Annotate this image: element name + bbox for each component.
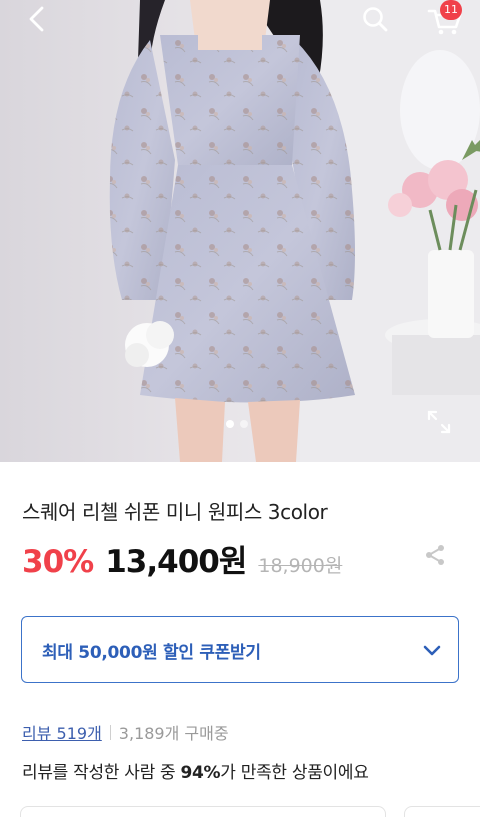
info-card[interactable] [20,806,386,817]
sale-price: 13,400원 [105,544,247,580]
carousel-dot-1[interactable] [226,420,234,428]
price-row: 30% 13,400원 18,900원 [22,536,343,580]
satisfaction-percent: 94% [180,763,221,783]
satisfaction-text: 리뷰를 작성한 사람 중 94%가 만족한 상품이에요 [22,758,369,783]
coupon-label: 최대 50,000원 할인 쿠폰받기 [42,643,261,663]
search-icon [363,7,388,32]
share-icon [426,545,444,565]
cart-count-badge: 11 [440,0,462,20]
share-button[interactable] [423,543,447,567]
fullscreen-button[interactable] [425,408,453,436]
chevron-down-icon [423,645,441,656]
chevron-left-icon [29,6,44,32]
discount-rate: 30% [22,544,94,580]
divider [109,724,111,740]
review-summary: 리뷰 519개 3,189개 구매중 [22,720,229,744]
expand-icon [427,410,451,434]
product-photo [109,0,480,462]
back-button[interactable] [22,4,52,34]
coupon-button[interactable]: 최대 50,000원 할인 쿠폰받기 [21,616,459,683]
info-card[interactable] [404,806,480,817]
satisfaction-suffix: 가 만족한 상품이에요 [220,763,369,783]
review-count-link[interactable]: 리뷰 519개 [22,720,102,744]
product-image-gallery[interactable]: 11 [0,0,480,462]
buyer-count: 3,189개 구매중 [118,724,229,743]
product-title: 스퀘어 리첼 쉬폰 미니 원피스 3color [22,500,328,524]
search-button[interactable] [360,4,390,34]
original-price: 18,900원 [258,555,343,577]
carousel-dot-2[interactable] [240,420,248,428]
satisfaction-prefix: 리뷰를 작성한 사람 중 [22,763,181,783]
bottom-card-row [0,806,480,817]
carousel-indicator [226,420,248,428]
